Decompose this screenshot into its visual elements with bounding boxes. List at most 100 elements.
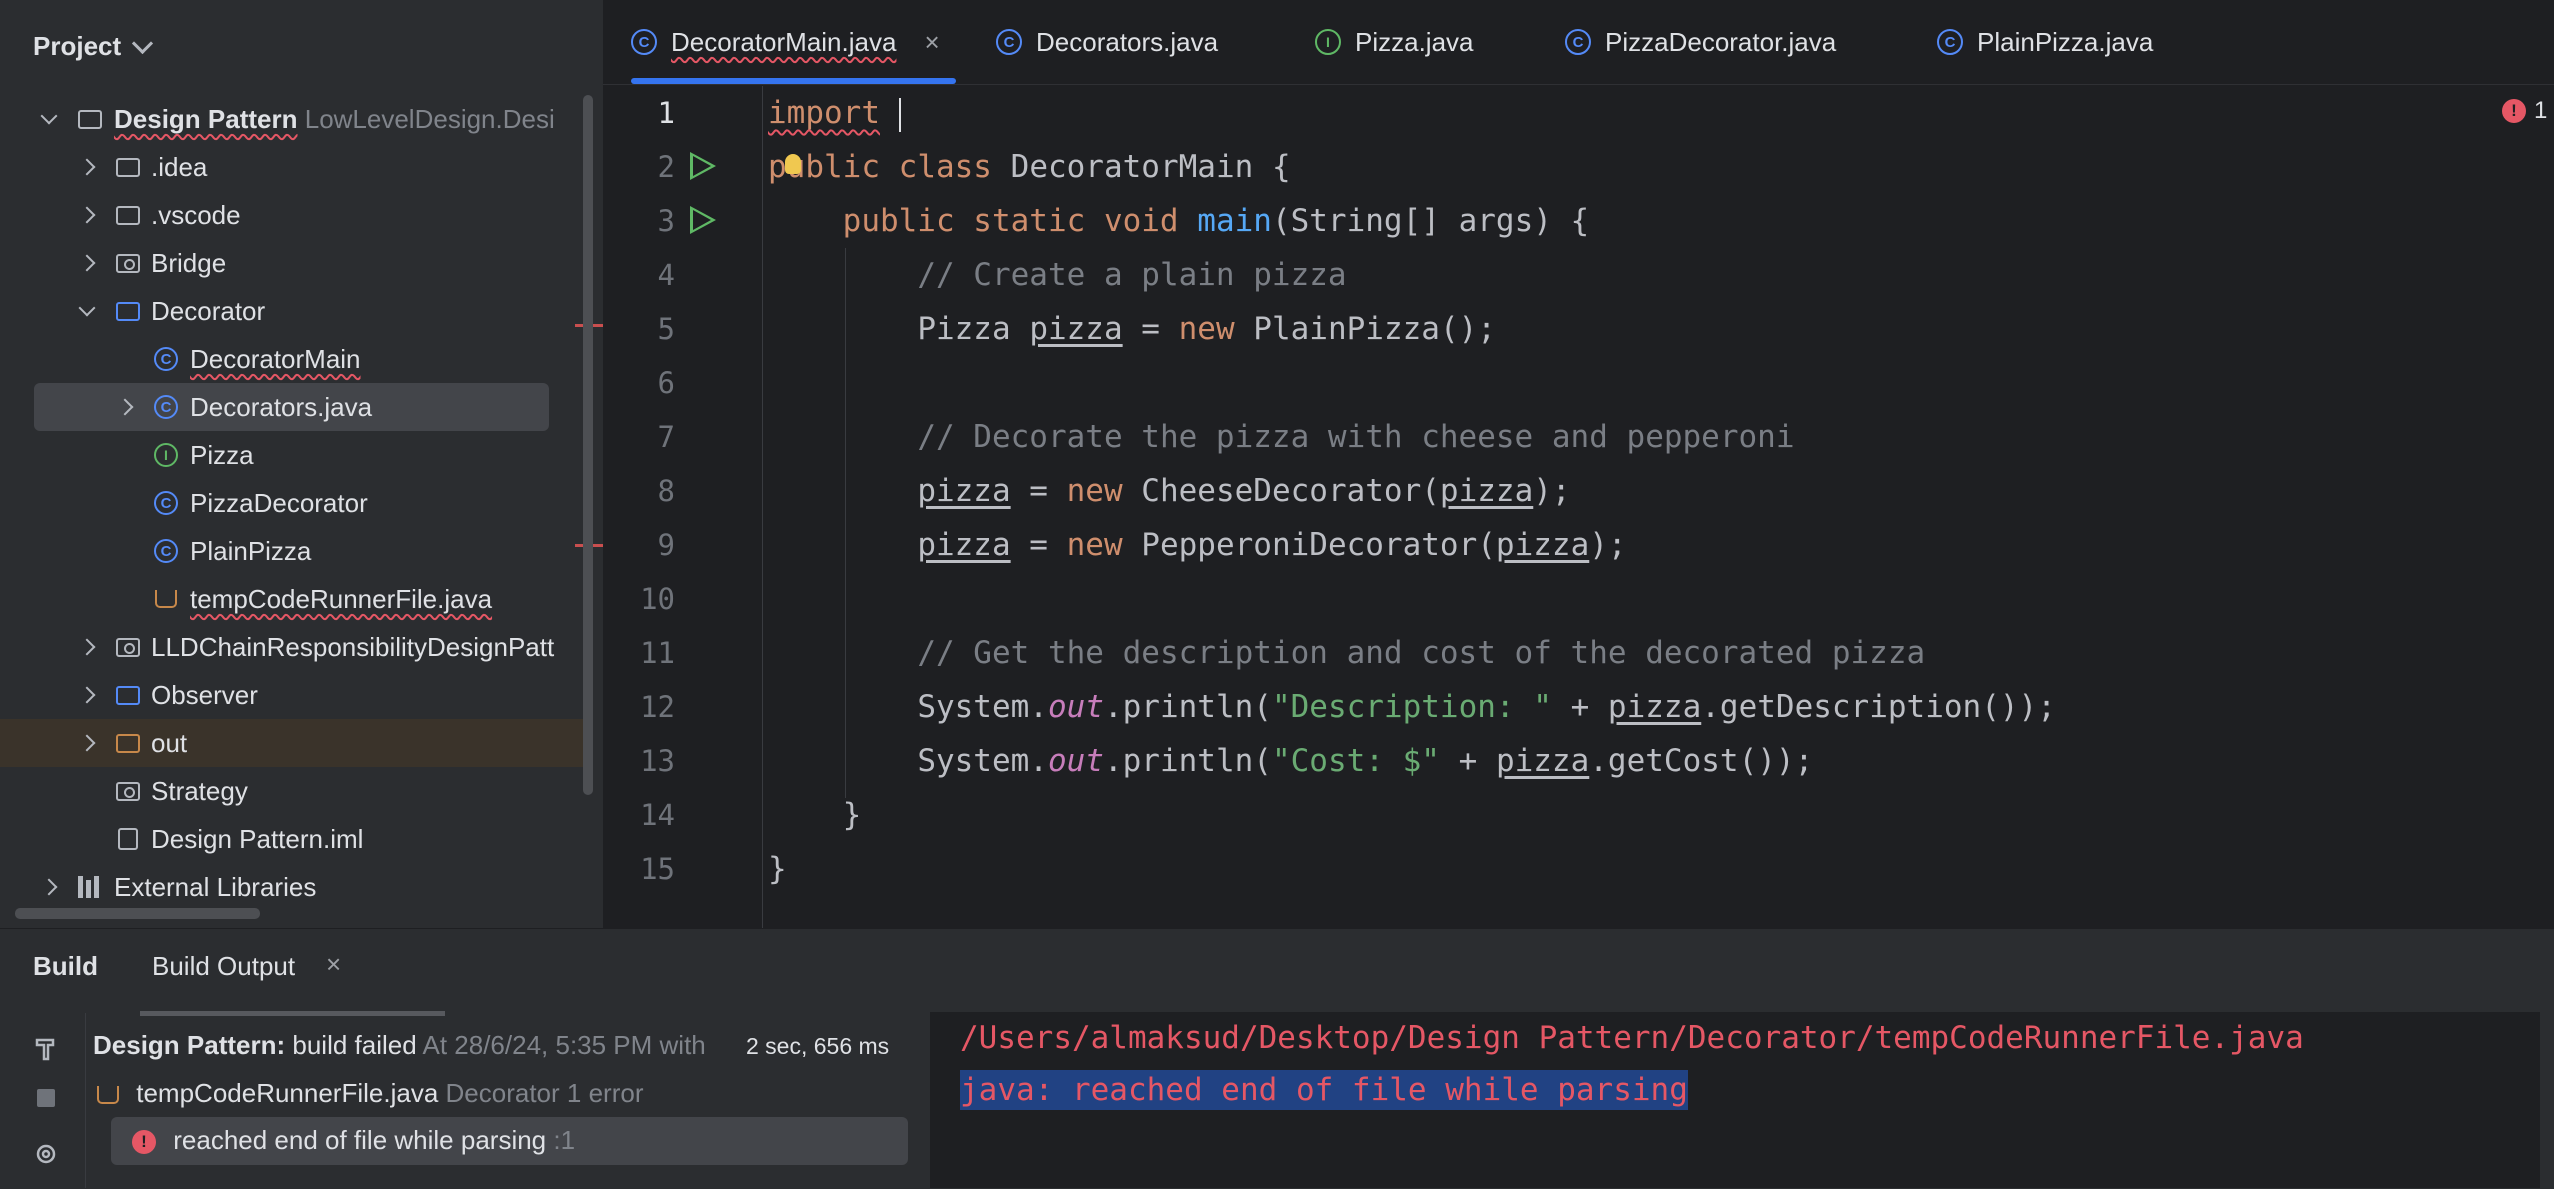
chevron-right-icon[interactable]: [75, 635, 99, 659]
lightbulb-icon[interactable]: [785, 154, 801, 174]
build-file-row[interactable]: tempCodeRunnerFile.java Decorator 1 erro…: [97, 1078, 643, 1109]
hammer-icon[interactable]: [33, 1035, 59, 1061]
code-line-14: }: [768, 788, 862, 842]
code-token: .println(: [1103, 743, 1272, 779]
run-icon[interactable]: [690, 152, 716, 180]
tree-item-lldchain[interactable]: LLDChainResponsibilityDesignPatt: [0, 623, 585, 671]
project-pane: Project Design Pattern LowLevelDesign.De…: [0, 0, 603, 928]
gutter-divider: [762, 86, 763, 928]
build-time: At 28/6/24, 5:35 PM with: [422, 1030, 706, 1060]
tab-decorators[interactable]: C Decorators.java: [996, 0, 1218, 84]
build-console[interactable]: /Users/almaksud/Desktop/Design Pattern/D…: [930, 1012, 2540, 1188]
chevron-down-icon[interactable]: [75, 299, 99, 323]
build-file-meta: Decorator 1 error: [445, 1078, 644, 1108]
package-icon: [113, 248, 143, 278]
tree-item-label: out: [151, 727, 188, 758]
tab-pizza[interactable]: I Pizza.java: [1315, 0, 1474, 84]
tree-item-decoratormain[interactable]: C DecoratorMain: [0, 335, 585, 383]
build-tab-bar: Build Build Output ×: [0, 929, 2554, 1016]
tree-item-pizza[interactable]: I Pizza: [0, 431, 585, 479]
line-number: 15: [640, 852, 675, 886]
class-icon: C: [151, 392, 181, 422]
error-indicator[interactable]: ! 1: [2502, 97, 2547, 125]
code-token: .println(: [1103, 689, 1272, 725]
tab-label: PlainPizza.java: [1977, 26, 2154, 57]
tree-item-bridge[interactable]: Bridge: [0, 239, 585, 287]
tree-item-plainpizza[interactable]: C PlainPizza: [0, 527, 585, 575]
tab-plainpizza[interactable]: C PlainPizza.java: [1937, 0, 2153, 84]
build-error-message: reached end of file while parsing: [173, 1125, 547, 1155]
chevron-right-icon[interactable]: [113, 395, 137, 419]
tab-build-output[interactable]: Build Output: [139, 951, 446, 1016]
chevron-right-icon[interactable]: [75, 731, 99, 755]
code-line-3: public static void main(String[] args) {: [768, 194, 1590, 248]
java-file-icon: [97, 1086, 119, 1105]
tree-horizontal-scrollbar[interactable]: [15, 908, 260, 919]
tab-decoratormain[interactable]: C DecoratorMain.java ×: [631, 0, 956, 84]
chevron-right-icon[interactable]: [75, 203, 99, 227]
line-number: 13: [640, 744, 675, 778]
stop-icon[interactable]: [33, 1085, 59, 1111]
line-number: 7: [657, 420, 675, 454]
code-token: }: [768, 851, 787, 887]
code-line-8: pizza = new CheeseDecorator(pizza);: [768, 464, 1570, 518]
chevron-right-icon[interactable]: [75, 683, 99, 707]
code-token: pizza: [917, 473, 1011, 509]
code-token: out: [1047, 743, 1104, 779]
code-token: }: [842, 797, 862, 833]
build-toolbar: [0, 1013, 86, 1188]
code-token: out: [1047, 689, 1104, 725]
error-icon: !: [2502, 99, 2526, 123]
class-icon: C: [996, 29, 1022, 55]
tree-item-iml[interactable]: Design Pattern.iml: [0, 815, 585, 863]
tree-item-label: Design Pattern.iml: [151, 823, 364, 854]
chevron-right-icon[interactable]: [37, 875, 61, 899]
interface-icon: I: [1315, 29, 1341, 55]
gear-icon[interactable]: [33, 1141, 59, 1167]
code-line-15: }: [768, 842, 787, 896]
code-line-12: System.out.println("Description: " + piz…: [768, 680, 2056, 734]
tree-item-root[interactable]: Design Pattern LowLevelDesign.Desi: [0, 95, 585, 143]
text-caret: [898, 97, 901, 132]
tab-pizzadecorator[interactable]: C PizzaDecorator.java: [1565, 0, 1836, 84]
chevron-right-icon[interactable]: [75, 251, 99, 275]
code-token: class: [898, 149, 992, 185]
build-project-name: Design Pattern:: [93, 1030, 286, 1060]
line-number: 11: [640, 636, 675, 670]
tree-item-label: Bridge: [151, 247, 227, 278]
tree-item-tempcoderunner[interactable]: tempCodeRunnerFile.java: [0, 575, 585, 623]
line-number: 10: [640, 582, 675, 616]
tree-item-label: Decorators.java: [190, 391, 373, 422]
tree-item-label: PlainPizza: [190, 535, 312, 566]
code-token: import: [768, 95, 880, 131]
tree-item-label: tempCodeRunnerFile.java: [190, 583, 493, 614]
build-error-item[interactable]: ! reached end of file while parsing :1: [132, 1125, 575, 1156]
tab-build[interactable]: Build: [33, 951, 98, 982]
chevron-down-icon[interactable]: [37, 107, 61, 131]
tree-item-out[interactable]: out: [0, 719, 585, 767]
code-token: (String[] args) {: [1271, 203, 1590, 239]
tree-item-external-libraries[interactable]: External Libraries: [0, 863, 585, 900]
code-line-7: // Decorate the pizza with cheese and pe…: [768, 410, 1794, 464]
console-scrollbar[interactable]: [2540, 1012, 2554, 1188]
build-summary-row[interactable]: Design Pattern: build failed At 28/6/24,…: [93, 1030, 706, 1061]
run-icon[interactable]: [690, 206, 716, 234]
close-icon[interactable]: ×: [326, 949, 341, 980]
folder-icon: [113, 200, 143, 230]
tree-item-decorator[interactable]: Decorator: [0, 287, 585, 335]
code-token: Pizza: [917, 311, 1011, 347]
tree-item-pizzadecorator[interactable]: C PizzaDecorator: [0, 479, 585, 527]
chevron-right-icon[interactable]: [75, 155, 99, 179]
tree-vertical-scrollbar[interactable]: [583, 95, 593, 795]
tree-item-observer[interactable]: Observer: [0, 671, 585, 719]
tab-label: Pizza.java: [1355, 26, 1474, 57]
code-token: PepperoniDecorator(: [1122, 527, 1496, 563]
project-view-selector[interactable]: Project: [33, 26, 154, 66]
tree-item-vscode[interactable]: .vscode: [0, 191, 585, 239]
code-line-11: // Get the description and cost of the d…: [768, 626, 1925, 680]
tree-item-label: Decorator: [151, 295, 266, 326]
tree-item-strategy[interactable]: Strategy: [0, 767, 585, 815]
close-icon[interactable]: ×: [924, 27, 939, 58]
tree-item-decorators[interactable]: C Decorators.java: [34, 383, 549, 431]
tree-item-idea[interactable]: .idea: [0, 143, 585, 191]
